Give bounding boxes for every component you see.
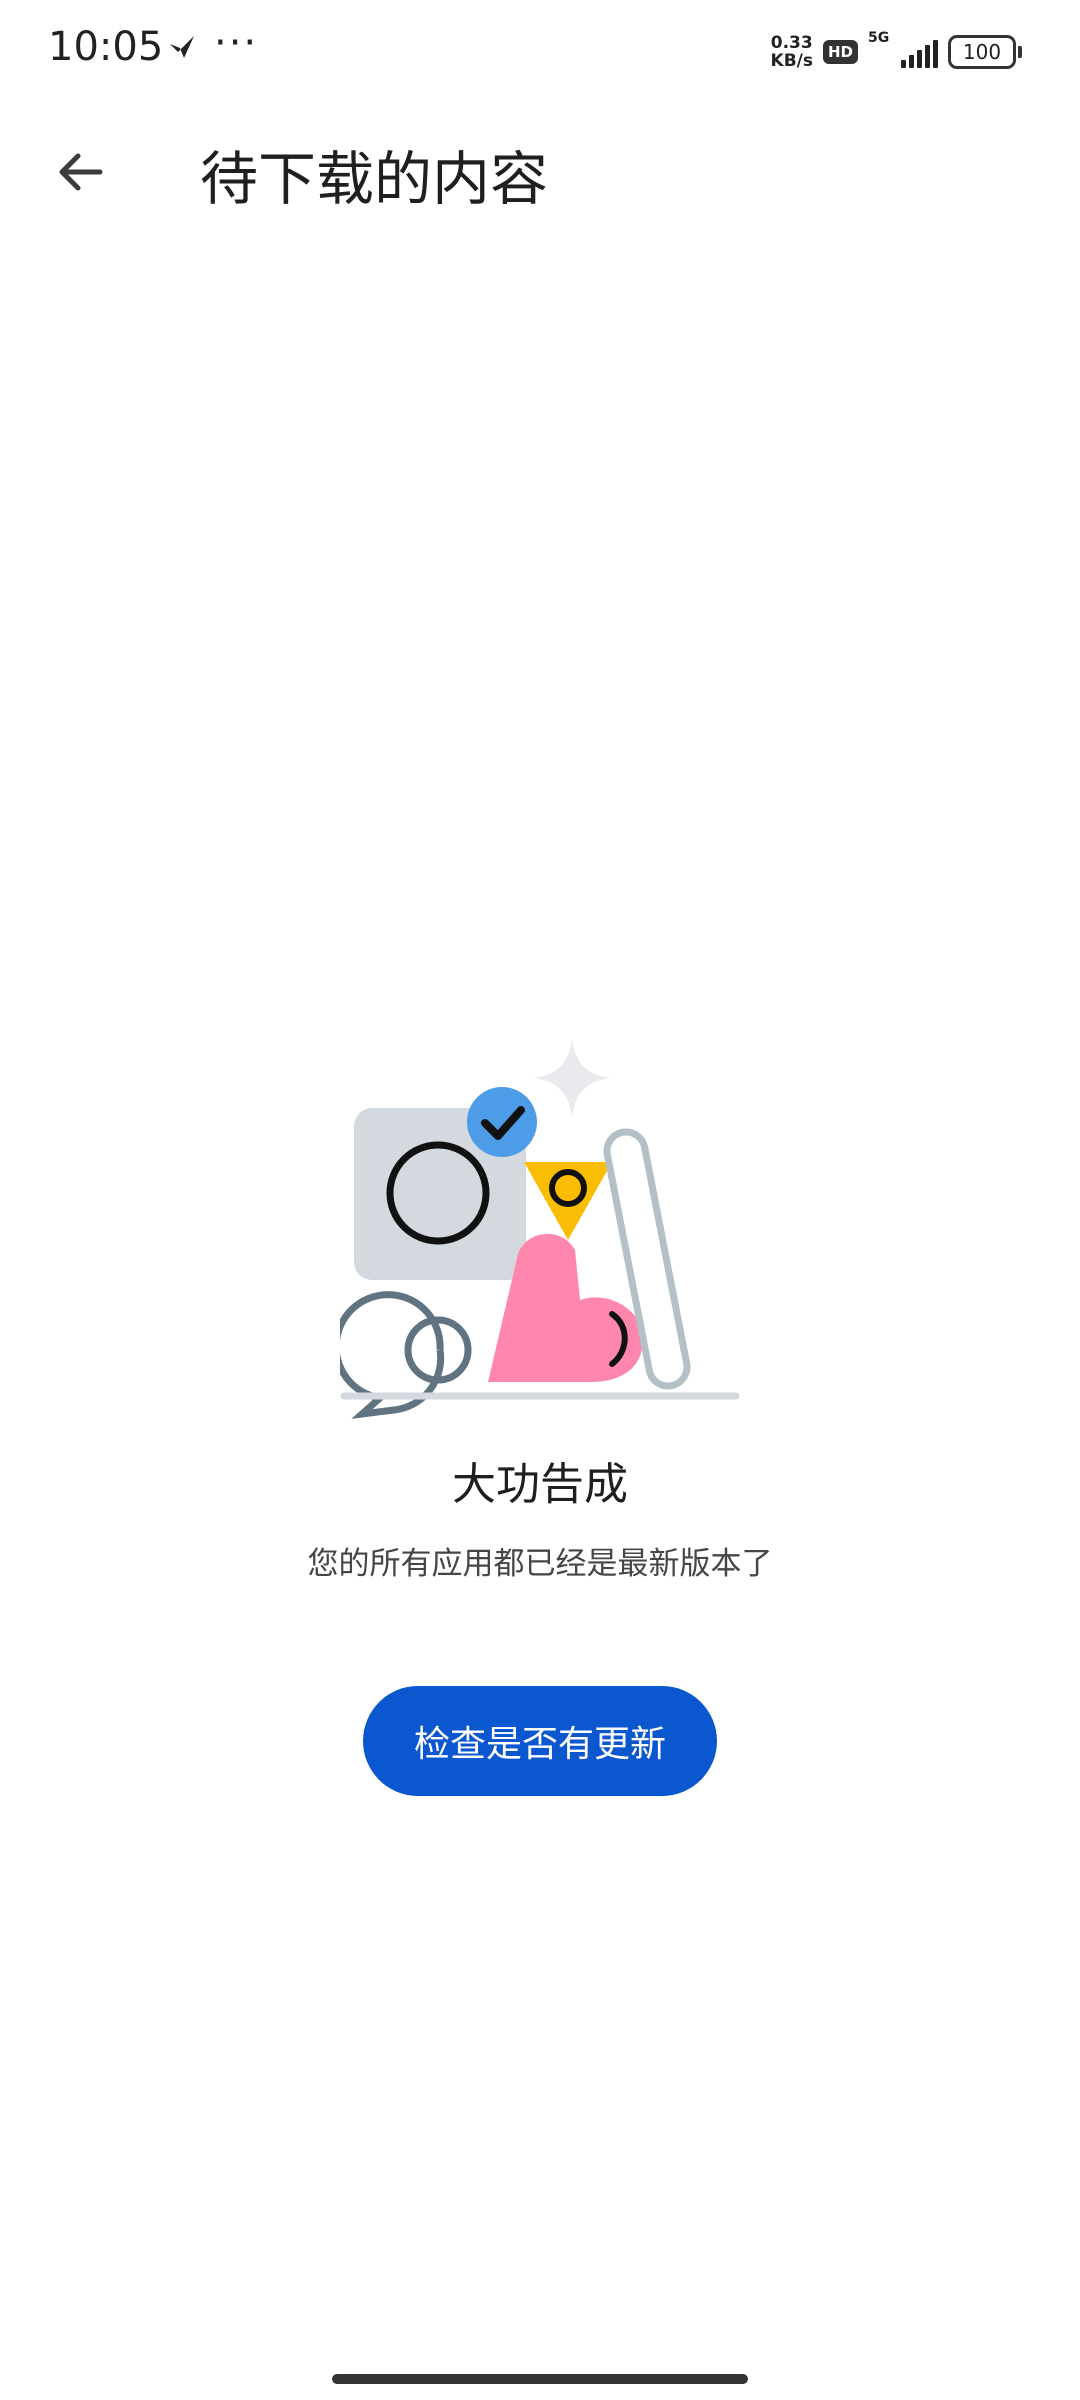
back-button[interactable]	[44, 136, 116, 208]
battery-icon: 100	[948, 35, 1022, 69]
network-speed-unit: KB/s	[770, 51, 813, 71]
network-type-label: 5G	[868, 30, 890, 46]
empty-state-title: 大功告成	[452, 1459, 628, 1510]
status-more-icon: ···	[214, 20, 259, 66]
all-done-illustration	[340, 1040, 740, 1419]
status-icons: 0.33 KB/s HD 5G 100	[771, 30, 1022, 74]
network-speed: 0.33 KB/s	[771, 34, 813, 70]
battery-level: 100	[948, 35, 1016, 69]
status-time: 10:05	[48, 24, 164, 70]
page-title: 待下载的内容	[200, 145, 549, 213]
home-indicator[interactable]	[332, 2374, 748, 2384]
status-bar: 10:05 ··· 0.33 KB/s HD 5G 100	[0, 0, 1080, 110]
navigation-arrow-icon	[170, 36, 194, 58]
signal-icon: 5G	[868, 30, 938, 68]
check-badge-icon	[467, 1087, 537, 1157]
sparkle-icon	[534, 1040, 610, 1116]
check-for-updates-button[interactable]: 检查是否有更新	[363, 1686, 717, 1796]
network-speed-value: 0.33	[770, 33, 813, 53]
arrow-back-icon	[59, 153, 103, 191]
empty-state-subtitle: 您的所有应用都已经是最新版本了	[307, 1546, 773, 1582]
hd-badge: HD	[822, 40, 858, 64]
